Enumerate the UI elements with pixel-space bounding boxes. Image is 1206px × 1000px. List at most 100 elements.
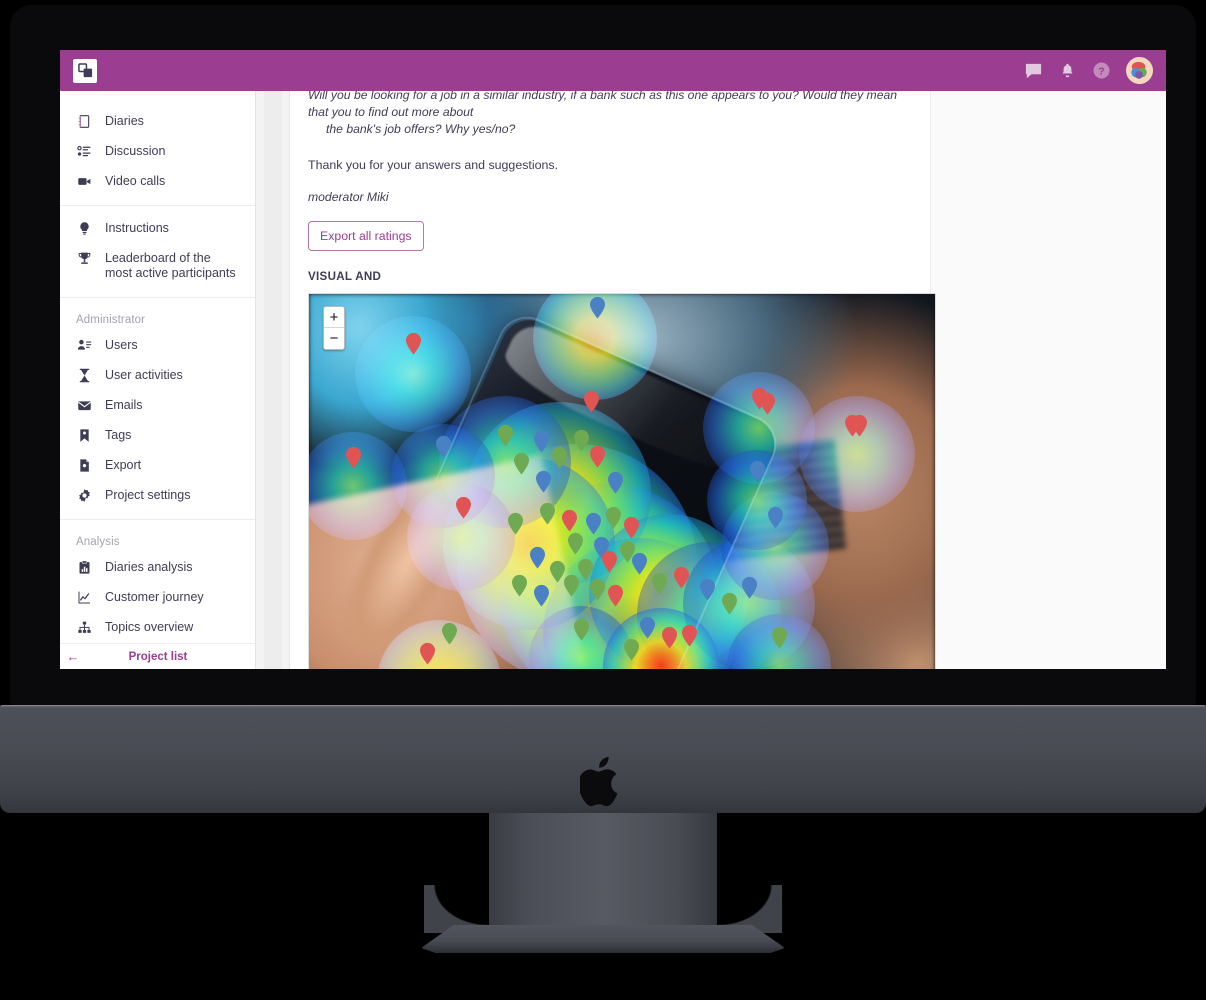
gear-icon [76, 487, 93, 503]
map-pin-blue[interactable] [741, 576, 758, 599]
sidebar-item-label: Emails [105, 398, 143, 412]
line-chart-icon [76, 589, 93, 605]
sidebar-item-topics-overview[interactable]: Topics overview [60, 612, 255, 642]
avatar[interactable] [1126, 57, 1153, 84]
map-pin-green[interactable] [513, 452, 530, 475]
envelope-icon [76, 397, 93, 413]
sidebar-item-label: Users [105, 338, 138, 352]
map-pin-green[interactable] [605, 506, 622, 529]
map-pin-green[interactable] [573, 429, 590, 452]
sidebar-item-video-calls[interactable]: Video calls [60, 166, 255, 196]
map-pin-green[interactable] [511, 574, 528, 597]
map-pin-green[interactable] [507, 512, 524, 535]
map-pin-red[interactable] [601, 550, 618, 573]
map-pin-green[interactable] [651, 572, 668, 595]
map-pin-red[interactable] [345, 446, 362, 469]
map-pin-blue[interactable] [767, 506, 784, 529]
sidebar-item-label: Leaderboard of the most active participa… [105, 251, 236, 280]
map-pin-red[interactable] [673, 566, 690, 589]
map-pin-green[interactable] [497, 424, 514, 447]
imac-stand-foot [421, 925, 785, 953]
map-pin-blue[interactable] [529, 546, 546, 569]
map-pin-red[interactable] [851, 414, 868, 437]
map-pin-blue[interactable] [749, 460, 766, 483]
sidebar-item-export[interactable]: Export [60, 450, 255, 480]
map-pin-red[interactable] [661, 626, 678, 649]
sidebar-item-label: Tags [105, 428, 132, 442]
bell-icon[interactable] [1058, 61, 1077, 80]
export-all-ratings-button[interactable]: Export all ratings [308, 221, 424, 251]
scrollbar-gutter[interactable] [256, 91, 290, 669]
heatmap-viewer[interactable]: + − [308, 293, 936, 669]
sidebar-item-instructions[interactable]: Instructions [60, 213, 255, 243]
map-pin-red[interactable] [405, 332, 422, 355]
map-pin-blue[interactable] [533, 584, 550, 607]
map-pin-blue[interactable] [585, 512, 602, 535]
map-pin-red[interactable] [759, 392, 776, 415]
map-pin-red[interactable] [455, 496, 472, 519]
sidebar-item-label: Instructions [105, 221, 169, 235]
imac-chin [0, 705, 1206, 813]
thanks-text: Thank you for your answers and suggestio… [308, 158, 559, 172]
map-pin-red[interactable] [583, 390, 600, 413]
topbar-actions: ? [1024, 57, 1153, 84]
sidebar-item-users[interactable]: Users [60, 330, 255, 360]
map-pin-green[interactable] [573, 618, 590, 641]
zoom-out-button[interactable]: − [324, 328, 344, 349]
map-pin-blue[interactable] [631, 552, 648, 575]
imac-bezel: ? Diaries Discussion Video calls Instruc… [10, 5, 1196, 705]
map-pin-green[interactable] [623, 638, 640, 661]
map-pin-blue[interactable] [533, 430, 550, 453]
map-pin-green[interactable] [551, 446, 568, 469]
map-pin-blue[interactable] [639, 616, 656, 639]
sidebar-item-diaries[interactable]: Diaries [60, 106, 255, 136]
map-pin-blue[interactable] [699, 578, 716, 601]
content-page: Will you be looking for a job in a simil… [290, 91, 936, 669]
sidebar-item-tags[interactable]: Tags [60, 420, 255, 450]
sidebar-item-emails[interactable]: Emails [60, 390, 255, 420]
document-export-icon [76, 457, 93, 473]
sidebar-item-project-settings[interactable]: Project settings [60, 480, 255, 510]
map-zoom-controls: + − [323, 306, 345, 350]
map-pin-red[interactable] [561, 509, 578, 532]
sitemap-icon [76, 619, 93, 635]
list-icon [76, 143, 93, 159]
map-pin-green[interactable] [721, 592, 738, 615]
trophy-icon [76, 250, 93, 266]
chat-icon[interactable] [1024, 61, 1043, 80]
sidebar-item-leaderboard[interactable]: Leaderboard of the most active participa… [60, 243, 255, 288]
project-list-link[interactable]: ← Project list [60, 643, 256, 669]
imac-screen: ? Diaries Discussion Video calls Instruc… [60, 50, 1166, 669]
app-logo[interactable] [73, 58, 97, 83]
zoom-in-button[interactable]: + [324, 307, 344, 328]
clipboard-chart-icon [76, 559, 93, 575]
map-pin-red[interactable] [607, 584, 624, 607]
map-pin-green[interactable] [563, 574, 580, 597]
sidebar-item-discussion[interactable]: Discussion [60, 136, 255, 166]
help-icon[interactable]: ? [1092, 61, 1111, 80]
svg-text:?: ? [1098, 66, 1104, 77]
sidebar-item-label: Diaries analysis [105, 560, 193, 574]
question-line2: the bank's job offers? Why yes/no? [326, 122, 516, 136]
map-pin-blue[interactable] [435, 435, 452, 458]
map-pin-green[interactable] [567, 532, 584, 555]
sidebar-item-customer-journey[interactable]: Customer journey [60, 582, 255, 612]
sidebar-item-diaries-analysis[interactable]: Diaries analysis [60, 552, 255, 582]
map-pin-green[interactable] [441, 622, 458, 645]
map-pin-red[interactable] [589, 445, 606, 468]
main-content: Will you be looking for a job in a simil… [290, 91, 1166, 669]
moderator-signature: moderator Miki [308, 190, 389, 204]
pin-layer [309, 294, 935, 669]
map-pin-green[interactable] [589, 578, 606, 601]
sidebar-item-label: Export [105, 458, 142, 472]
map-pin-blue[interactable] [607, 471, 624, 494]
map-pin-blue[interactable] [589, 296, 606, 319]
map-pin-green[interactable] [539, 502, 556, 525]
map-pin-red[interactable] [681, 624, 698, 647]
sidebar-item-user-activities[interactable]: User activities [60, 360, 255, 390]
map-pin-red[interactable] [419, 642, 436, 665]
map-pin-blue[interactable] [535, 470, 552, 493]
map-pin-red[interactable] [623, 516, 640, 539]
map-pin-green[interactable] [771, 626, 788, 649]
sidebar-item-label: Topics overview [105, 620, 194, 634]
